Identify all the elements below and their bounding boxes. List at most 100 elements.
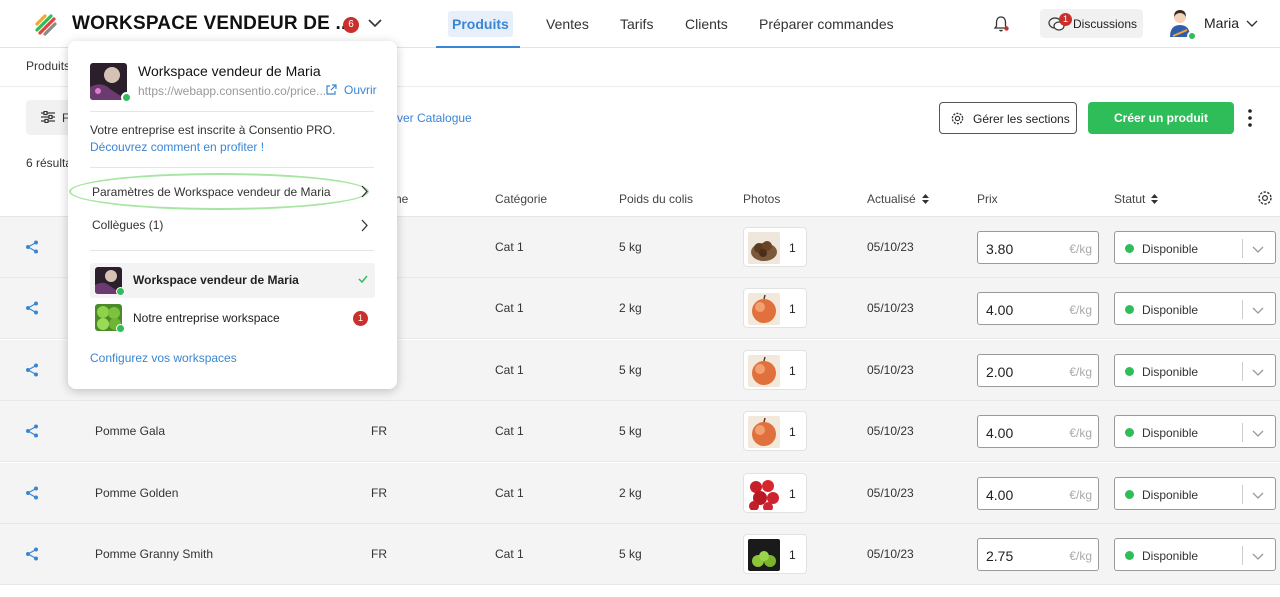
nav-clients[interactable]: Clients <box>685 11 728 37</box>
column-photos[interactable]: Photos <box>743 192 780 206</box>
discussions-button[interactable]: 1 Discussions <box>1040 9 1143 38</box>
product-thumbnail <box>748 477 780 510</box>
select-separator <box>1242 484 1243 504</box>
price-input[interactable]: 4.00 €/kg <box>977 415 1099 449</box>
share-icon[interactable] <box>25 240 39 254</box>
open-workspace-link[interactable]: Ouvrir <box>344 83 377 97</box>
status-select[interactable]: Disponible <box>1114 231 1276 264</box>
product-name[interactable]: Pomme Gala <box>95 424 165 438</box>
status-select[interactable]: Disponible <box>1114 353 1276 387</box>
bell-icon[interactable] <box>992 15 1010 33</box>
sliders-icon <box>41 111 55 123</box>
select-separator <box>1242 300 1243 320</box>
product-photos[interactable]: 1 <box>743 472 807 513</box>
breadcrumb[interactable]: Produits <box>26 59 70 73</box>
updated-date: 05/10/23 <box>867 485 914 500</box>
product-category: Cat 1 <box>495 362 524 377</box>
status-select[interactable]: Disponible <box>1114 292 1276 326</box>
online-status-dot <box>116 287 125 296</box>
column-weight[interactable]: Poids du colis <box>619 192 693 206</box>
share-icon[interactable] <box>25 547 39 561</box>
updated-date: 05/10/23 <box>867 547 914 561</box>
chevron-down-icon[interactable] <box>1252 489 1264 501</box>
product-name[interactable]: Pomme Granny Smith <box>95 547 213 561</box>
consentio-logo[interactable] <box>33 12 59 38</box>
select-separator <box>1242 239 1243 258</box>
sort-icon[interactable] <box>921 194 929 204</box>
price-value: 4.00 <box>986 486 1014 503</box>
status-select[interactable]: Disponible <box>1114 476 1276 510</box>
product-weight: 2 kg <box>619 301 642 316</box>
updated-date: 05/10/23 <box>867 362 914 377</box>
more-options-icon[interactable] <box>1242 104 1258 132</box>
configure-workspaces-link[interactable]: Configurez vos workspaces <box>90 351 237 365</box>
product-photos[interactable]: 1 <box>743 288 807 329</box>
share-icon[interactable] <box>25 424 39 438</box>
share-icon[interactable] <box>25 301 39 315</box>
photo-count: 1 <box>789 302 796 317</box>
chevron-down-icon[interactable] <box>1252 243 1264 255</box>
chevron-down-icon[interactable] <box>367 15 383 31</box>
updated-date: 05/10/23 <box>867 301 914 316</box>
chevron-down-icon[interactable] <box>1252 304 1264 316</box>
divider <box>90 250 374 251</box>
column-price[interactable]: Prix <box>977 192 998 206</box>
product-photos[interactable]: 1 <box>743 227 807 267</box>
updated-date: 05/10/23 <box>867 424 914 439</box>
nav-preparer-commandes[interactable]: Préparer commandes <box>759 11 894 37</box>
price-input[interactable]: 2.00 €/kg <box>977 353 1099 387</box>
workspace-notification-badge: 1 <box>353 311 368 326</box>
photo-count: 1 <box>789 486 796 501</box>
product-name[interactable]: Pomme Golden <box>95 486 178 500</box>
column-status[interactable]: Statut <box>1114 192 1159 206</box>
user-name[interactable]: Maria <box>1204 15 1239 31</box>
share-icon[interactable] <box>25 486 39 500</box>
table-row[interactable]: Pomme Golden FR Cat 1 2 kg 1 05/10/23 4.… <box>0 462 1280 524</box>
filter-button[interactable]: F <box>26 100 74 135</box>
nav-produits[interactable]: Produits <box>448 11 513 37</box>
table-row[interactable]: Pomme Gala FR Cat 1 5 kg 1 05/10/23 4.00… <box>0 401 1280 463</box>
create-product-button[interactable]: Créer un produit <box>1088 102 1234 134</box>
product-thumbnail <box>748 293 780 326</box>
product-photos[interactable]: 1 <box>743 349 807 390</box>
product-thumbnail <box>748 539 780 571</box>
table-row[interactable]: Pomme Granny Smith FR Cat 1 5 kg 1 05/10… <box>0 524 1280 585</box>
external-link-icon[interactable] <box>326 84 337 95</box>
product-photos[interactable]: 1 <box>743 534 807 574</box>
workspace-settings-item[interactable]: Paramètres de Workspace vendeur de Maria <box>92 185 331 199</box>
status-select[interactable]: Disponible <box>1114 415 1276 449</box>
status-value: Disponible <box>1142 364 1199 379</box>
workspace-item-name[interactable]: Notre entreprise workspace <box>133 311 280 325</box>
price-input[interactable]: 4.00 €/kg <box>977 292 1099 326</box>
price-value: 4.00 <box>986 302 1014 319</box>
share-icon[interactable] <box>25 363 39 377</box>
online-status-dot <box>121 92 132 103</box>
workspace-title[interactable]: WORKSPACE VENDEUR DE ... <box>72 13 352 35</box>
column-category[interactable]: Catégorie <box>495 192 547 206</box>
chevron-down-icon[interactable] <box>1252 427 1264 439</box>
gear-icon[interactable] <box>1257 190 1273 206</box>
column-origin[interactable]: ne <box>395 192 408 206</box>
price-input[interactable]: 3.80 €/kg <box>977 231 1099 264</box>
sort-icon[interactable] <box>1151 194 1159 204</box>
workspace-name: Workspace vendeur de Maria <box>138 63 321 79</box>
price-value: 2.75 <box>986 548 1014 564</box>
pro-info-link[interactable]: Découvrez comment en profiter ! <box>90 140 264 154</box>
product-photos[interactable]: 1 <box>743 411 807 452</box>
price-unit: €/kg <box>1069 303 1092 318</box>
view-catalog-link[interactable]: ver Catalogue <box>397 111 472 125</box>
chevron-right-icon[interactable] <box>360 185 369 198</box>
column-updated[interactable]: Actualisé <box>867 192 929 206</box>
chevron-down-icon[interactable] <box>1252 366 1264 378</box>
price-unit: €/kg <box>1069 426 1092 441</box>
chevron-down-icon[interactable] <box>1252 550 1264 562</box>
nav-tarifs[interactable]: Tarifs <box>620 11 653 37</box>
chevron-down-icon[interactable] <box>1245 17 1259 31</box>
colleagues-item[interactable]: Collègues (1) <box>92 218 163 232</box>
nav-ventes[interactable]: Ventes <box>546 11 589 37</box>
chevron-right-icon[interactable] <box>360 219 369 232</box>
price-input[interactable]: 2.75 €/kg <box>977 538 1099 571</box>
manage-sections-button[interactable]: Gérer les sections <box>939 102 1077 134</box>
price-input[interactable]: 4.00 €/kg <box>977 476 1099 510</box>
status-select[interactable]: Disponible <box>1114 538 1276 571</box>
